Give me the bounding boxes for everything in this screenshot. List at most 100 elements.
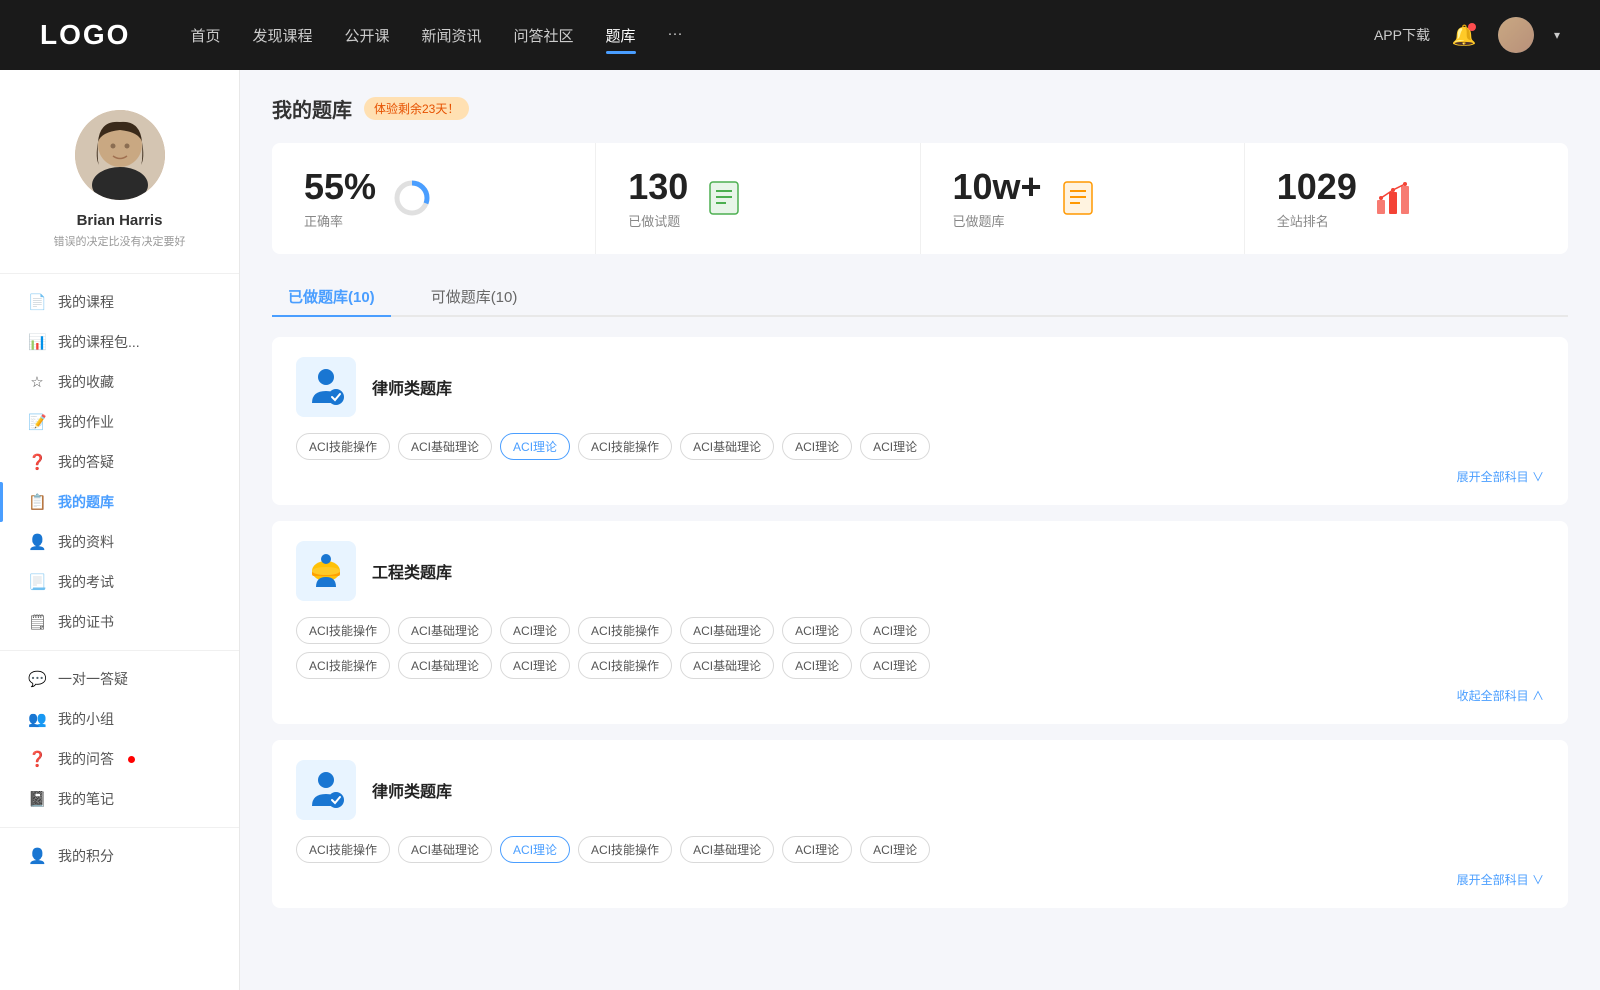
tag-aci-skill-1[interactable]: ACI技能操作 xyxy=(296,433,390,460)
nav-dropdown-arrow[interactable]: ▾ xyxy=(1554,28,1560,42)
main-content: 我的题库 体验剩余23天！ 55% 正确率 xyxy=(240,70,1600,990)
app-download-link[interactable]: APP下载 xyxy=(1374,25,1430,45)
sidebar-item-notes[interactable]: 📓 我的笔记 xyxy=(0,779,239,819)
tab-done[interactable]: 已做题库(10) xyxy=(272,278,391,315)
user-avatar[interactable] xyxy=(1498,17,1534,53)
bank-card-3-header: 律师类题库 xyxy=(296,760,1544,820)
bank-card-3-name: 律师类题库 xyxy=(372,778,452,802)
sidebar-item-groups[interactable]: 👥 我的小组 xyxy=(0,699,239,739)
course-pkg-icon: 📊 xyxy=(28,333,46,351)
bank2-tag-12[interactable]: ACI基础理论 xyxy=(680,652,774,679)
stat-done-banks-main: 10w+ 已做题库 xyxy=(953,167,1042,230)
sidebar-item-courses[interactable]: 📄 我的课程 xyxy=(0,282,239,322)
sidebar-item-one-on-one[interactable]: 💬 一对一答疑 xyxy=(0,659,239,699)
sidebar-item-my-qa[interactable]: ❓ 我的问答 xyxy=(0,739,239,779)
sidebar-label-cert: 我的证书 xyxy=(58,612,114,632)
expand-link-1[interactable]: 展开全部科目 ∨ xyxy=(296,468,1544,485)
avatar-image xyxy=(1498,17,1534,53)
tag-aci-theory-1[interactable]: ACI理论 xyxy=(500,433,570,460)
sidebar-item-course-pkg[interactable]: 📊 我的课程包... xyxy=(0,322,239,362)
done-banks-icon xyxy=(1058,178,1098,218)
bank-card-2-name: 工程类题库 xyxy=(372,559,452,583)
stat-rank-value: 1029 xyxy=(1277,167,1357,207)
bank3-tag-6[interactable]: ACI理论 xyxy=(782,836,852,863)
stat-done-questions-value: 130 xyxy=(628,167,688,207)
bank2-tag-10[interactable]: ACI理论 xyxy=(500,652,570,679)
points-icon: 👤 xyxy=(28,847,46,865)
bank-card-1: 律师类题库 ACI技能操作 ACI基础理论 ACI理论 ACI技能操作 ACI基… xyxy=(272,337,1568,505)
profile-motto: 错误的决定比没有决定要好 xyxy=(54,233,186,249)
sidebar-item-points[interactable]: 👤 我的积分 xyxy=(0,836,239,876)
tag-aci-theory-3[interactable]: ACI理论 xyxy=(860,433,930,460)
sidebar-item-profile[interactable]: 👤 我的资料 xyxy=(0,522,239,562)
bank2-tag-14[interactable]: ACI理论 xyxy=(860,652,930,679)
notification-bell[interactable]: 🔔 xyxy=(1450,21,1478,49)
rank-icon xyxy=(1373,178,1413,218)
nav-more[interactable]: ··· xyxy=(668,21,683,50)
stat-accuracy-label: 正确率 xyxy=(304,211,376,230)
exams-icon: 📃 xyxy=(28,573,46,591)
bank2-tag-5[interactable]: ACI基础理论 xyxy=(680,617,774,644)
sidebar-label-one-on-one: 一对一答疑 xyxy=(58,669,128,689)
bank-card-2-tags-row2: ACI技能操作 ACI基础理论 ACI理论 ACI技能操作 ACI基础理论 AC… xyxy=(296,652,1544,679)
profile-name: Brian Harris xyxy=(77,212,163,229)
nav-home[interactable]: 首页 xyxy=(190,21,220,50)
bank-card-2-icon xyxy=(296,541,356,601)
sidebar-label-course-pkg: 我的课程包... xyxy=(58,332,140,352)
bank2-tag-3[interactable]: ACI理论 xyxy=(500,617,570,644)
profile-icon: 👤 xyxy=(28,533,46,551)
homework-icon: 📝 xyxy=(28,413,46,431)
navbar: LOGO 首页 发现课程 公开课 新闻资讯 问答社区 题库 ··· APP下载 … xyxy=(0,0,1600,70)
nav-exam[interactable]: 题库 xyxy=(606,21,636,50)
sidebar-label-courses: 我的课程 xyxy=(58,292,114,312)
bank2-tag-9[interactable]: ACI基础理论 xyxy=(398,652,492,679)
bank2-tag-2[interactable]: ACI基础理论 xyxy=(398,617,492,644)
bank3-tag-1[interactable]: ACI技能操作 xyxy=(296,836,390,863)
tag-aci-basic-2[interactable]: ACI基础理论 xyxy=(680,433,774,460)
trial-badge: 体验剩余23天！ xyxy=(364,97,469,120)
tag-aci-skill-2[interactable]: ACI技能操作 xyxy=(578,433,672,460)
sidebar-item-cert[interactable]: 🗒 我的证书 xyxy=(0,602,239,642)
bank2-tag-7[interactable]: ACI理论 xyxy=(860,617,930,644)
sidebar-item-exams[interactable]: 📃 我的考试 xyxy=(0,562,239,602)
bank3-tag-2[interactable]: ACI基础理论 xyxy=(398,836,492,863)
nav-discover[interactable]: 发现课程 xyxy=(252,21,312,50)
sidebar-item-questions[interactable]: ❓ 我的答疑 xyxy=(0,442,239,482)
nav-news[interactable]: 新闻资讯 xyxy=(422,21,482,50)
expand-link-3[interactable]: 展开全部科目 ∨ xyxy=(296,871,1544,888)
one-on-one-icon: 💬 xyxy=(28,670,46,688)
bank2-tag-8[interactable]: ACI技能操作 xyxy=(296,652,390,679)
bank-card-3-tags: ACI技能操作 ACI基础理论 ACI理论 ACI技能操作 ACI基础理论 AC… xyxy=(296,836,1544,863)
sidebar-item-exam-bank[interactable]: 📋 我的题库 xyxy=(0,482,239,522)
sidebar-item-homework[interactable]: 📝 我的作业 xyxy=(0,402,239,442)
bank2-tag-4[interactable]: ACI技能操作 xyxy=(578,617,672,644)
bank2-tag-13[interactable]: ACI理论 xyxy=(782,652,852,679)
tab-available[interactable]: 可做题库(10) xyxy=(415,278,534,315)
tag-aci-basic-1[interactable]: ACI基础理论 xyxy=(398,433,492,460)
sidebar-label-questions: 我的答疑 xyxy=(58,452,114,472)
sidebar-label-points: 我的积分 xyxy=(58,846,114,866)
bank-card-3: 律师类题库 ACI技能操作 ACI基础理论 ACI理论 ACI技能操作 ACI基… xyxy=(272,740,1568,908)
sidebar-item-favorites[interactable]: ☆ 我的收藏 xyxy=(0,362,239,402)
logo[interactable]: LOGO xyxy=(40,19,130,51)
bank2-tag-6[interactable]: ACI理论 xyxy=(782,617,852,644)
stat-done-banks-label: 已做题库 xyxy=(953,211,1042,230)
bank3-tag-7[interactable]: ACI理论 xyxy=(860,836,930,863)
courses-icon: 📄 xyxy=(28,293,46,311)
bank3-tag-5[interactable]: ACI基础理论 xyxy=(680,836,774,863)
nav-open-class[interactable]: 公开课 xyxy=(344,21,389,50)
page-wrapper: Brian Harris 错误的决定比没有决定要好 📄 我的课程 📊 我的课程包… xyxy=(0,70,1600,990)
collapse-link-2[interactable]: 收起全部科目 ∧ xyxy=(296,687,1544,704)
nav-qa[interactable]: 问答社区 xyxy=(514,21,574,50)
bank2-tag-1[interactable]: ACI技能操作 xyxy=(296,617,390,644)
bank3-tag-4[interactable]: ACI技能操作 xyxy=(578,836,672,863)
notes-icon: 📓 xyxy=(28,790,46,808)
sidebar-label-my-qa: 我的问答 xyxy=(58,749,114,769)
sidebar-label-profile: 我的资料 xyxy=(58,532,114,552)
bank-card-1-name: 律师类题库 xyxy=(372,375,452,399)
bank3-tag-3[interactable]: ACI理论 xyxy=(500,836,570,863)
bank-card-3-icon xyxy=(296,760,356,820)
bank2-tag-11[interactable]: ACI技能操作 xyxy=(578,652,672,679)
bank-card-1-header: 律师类题库 xyxy=(296,357,1544,417)
tag-aci-theory-2[interactable]: ACI理论 xyxy=(782,433,852,460)
